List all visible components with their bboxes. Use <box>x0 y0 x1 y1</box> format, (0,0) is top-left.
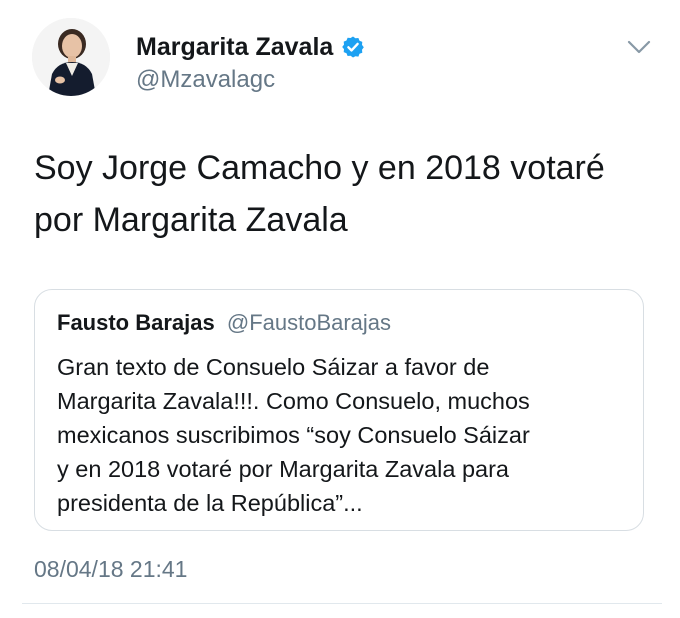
quoted-tweet-text: Gran texto de Consuelo Sáizar a favor de… <box>57 350 632 520</box>
quoted-tweet-header: Fausto Barajas @FaustoBarajas <box>57 310 391 336</box>
profile-photo <box>32 18 110 96</box>
quoted-author-name: Fausto Barajas <box>57 310 215 335</box>
author-name-row: Margarita Zavala <box>136 31 365 63</box>
tweet-text: Soy Jorge Camacho y en 2018 votaré por M… <box>34 142 654 246</box>
quoted-text-line: Margarita Zavala!!!. Como Consuelo, much… <box>57 388 530 414</box>
tweet-timestamp[interactable]: 08/04/18 21:41 <box>34 556 187 583</box>
chevron-down-icon[interactable] <box>626 38 652 56</box>
quoted-text-line: presidenta de la República”... <box>57 490 363 516</box>
quoted-text-line: y en 2018 votaré por Margarita Zavala pa… <box>57 456 509 482</box>
divider <box>22 603 662 604</box>
tweet-text-line: por Margarita Zavala <box>34 201 348 239</box>
quoted-text-line: Gran texto de Consuelo Sáizar a favor de <box>57 354 490 380</box>
tweet-text-line: Soy Jorge Camacho y en 2018 votaré <box>34 149 605 187</box>
author-name[interactable]: Margarita Zavala <box>136 33 333 62</box>
avatar[interactable] <box>32 18 110 96</box>
quoted-text-line: mexicanos suscribimos “soy Consuelo Sáiz… <box>57 422 530 448</box>
quoted-tweet-card[interactable]: Fausto Barajas @FaustoBarajas Gran texto… <box>34 289 644 531</box>
verified-badge-icon <box>341 35 365 59</box>
author-handle[interactable]: @Mzavalagc <box>136 66 275 94</box>
quoted-author-handle: @FaustoBarajas <box>226 310 392 335</box>
